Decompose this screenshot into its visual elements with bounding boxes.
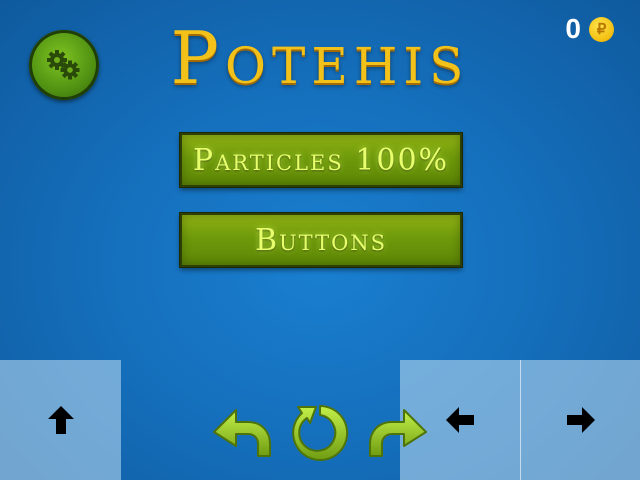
- move-right-pad[interactable]: [521, 360, 640, 480]
- redo-arrow-icon[interactable]: [366, 400, 428, 462]
- particles-button[interactable]: Particles 100%: [180, 133, 462, 187]
- move-up-pad[interactable]: [0, 360, 121, 480]
- restart-icon[interactable]: [290, 403, 350, 463]
- coin-icon: ₽: [589, 16, 614, 42]
- game-title: Potehis: [170, 16, 470, 100]
- arrow-up-icon: [47, 406, 74, 434]
- buttons-button[interactable]: Buttons: [180, 213, 462, 267]
- arrow-right-icon: [566, 407, 595, 433]
- arrow-left-icon: [446, 407, 474, 433]
- undo-arrow-icon[interactable]: [212, 400, 274, 462]
- coin-counter: 0 ₽: [565, 13, 614, 44]
- coin-count: 0: [565, 13, 581, 44]
